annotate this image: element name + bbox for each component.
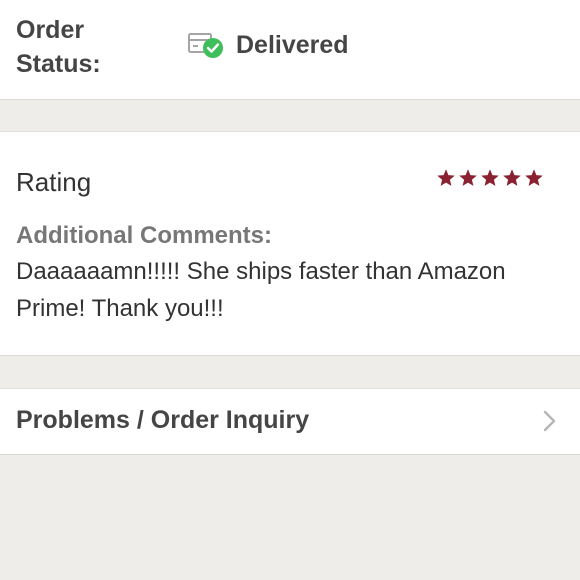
- rating-title: Rating: [16, 167, 92, 197]
- star-rating: [436, 164, 546, 192]
- order-status-label-line1: Order: [16, 16, 85, 44]
- star-icon: [503, 169, 521, 186]
- chevron-right-icon[interactable]: [540, 408, 560, 434]
- star-icon: [437, 169, 455, 186]
- additional-comments-label: Additional Comments:: [16, 222, 272, 249]
- order-inquiry-label[interactable]: Problems / Order Inquiry: [16, 403, 309, 437]
- star-icon: [525, 169, 543, 186]
- order-status-label: Order Status:: [16, 13, 101, 81]
- order-status-value: Delivered: [236, 31, 349, 59]
- star-icon: [481, 169, 499, 186]
- order-status-label-line2: Status:: [16, 50, 101, 78]
- additional-comments-text: Daaaaaamn!!!!! She ships faster than Ama…: [16, 258, 506, 322]
- package-delivered-icon: [188, 33, 223, 58]
- star-icon: [459, 169, 477, 186]
